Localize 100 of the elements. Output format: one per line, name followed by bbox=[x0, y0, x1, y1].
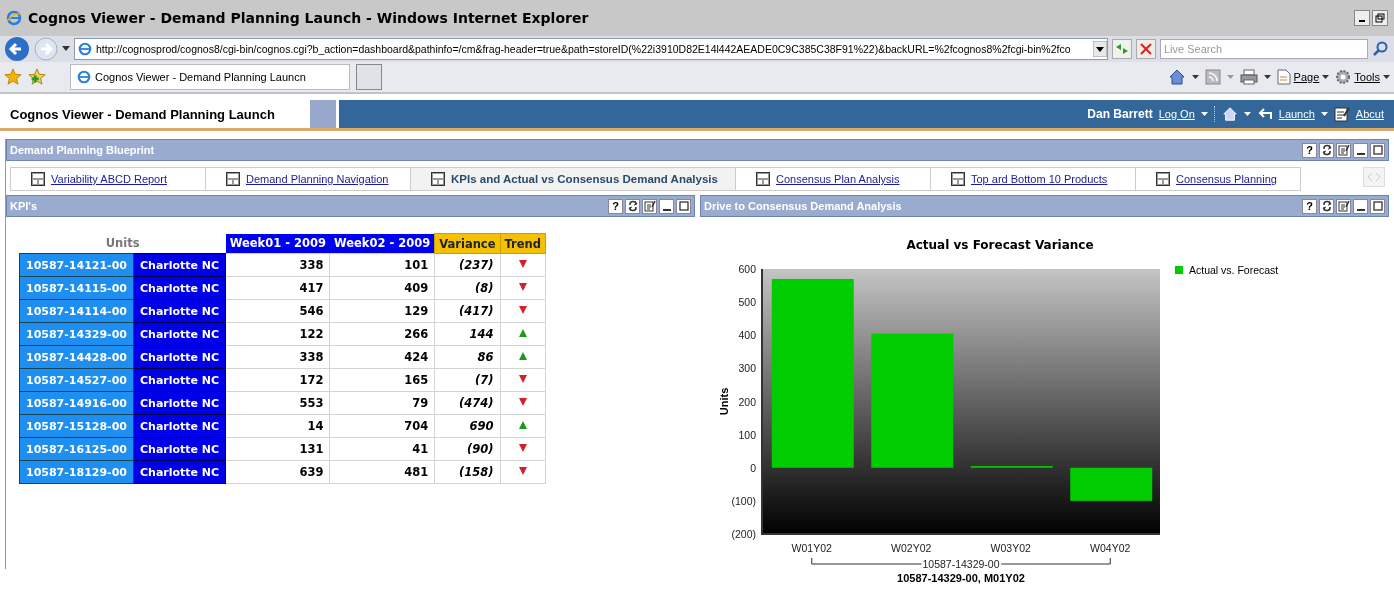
browser-tab[interactable]: Cognos Viewer - Demand Planning Launcn bbox=[70, 64, 350, 90]
maximize-icon bbox=[1372, 145, 1383, 155]
maximize-button[interactable] bbox=[1370, 142, 1385, 158]
table-cell: 10587-14916-00 bbox=[19, 391, 134, 415]
category-label: W02Y02 bbox=[891, 542, 932, 554]
star-icon[interactable] bbox=[4, 68, 22, 86]
table-cell: 79 bbox=[329, 391, 435, 415]
report-tab[interactable]: KPIs and Actual vs Consensus Demand Analysis bbox=[410, 167, 735, 191]
table-cell: 101 bbox=[329, 253, 435, 277]
minimize-button[interactable] bbox=[659, 198, 674, 214]
feed-icon[interactable] bbox=[1204, 69, 1221, 85]
column-header: Trend bbox=[500, 233, 546, 254]
properties-button[interactable] bbox=[1336, 198, 1351, 214]
report-tab[interactable]: Demand Planning Navigation bbox=[205, 167, 410, 191]
report-icon bbox=[226, 172, 240, 186]
panel-title: KPI's bbox=[10, 200, 38, 212]
report-tab[interactable]: Consensus Planning bbox=[1135, 167, 1301, 191]
tick-label: 400 bbox=[738, 329, 756, 342]
minimize-button[interactable] bbox=[1354, 10, 1370, 26]
column-header: Variance bbox=[434, 233, 500, 254]
table-cell: 10587-14428-00 bbox=[19, 345, 134, 369]
new-tab-button[interactable] bbox=[356, 64, 382, 90]
tick-label: 100 bbox=[738, 428, 756, 441]
caret-icon[interactable] bbox=[1263, 74, 1271, 80]
table-cell: 144 bbox=[434, 322, 500, 346]
report-tab[interactable]: Top ard Bottom 10 Products bbox=[930, 167, 1135, 191]
report-tab[interactable]: Variability ABCD Report bbox=[10, 167, 205, 191]
table-cell: Charlotte NC bbox=[133, 253, 226, 277]
notepad-icon[interactable] bbox=[1333, 106, 1350, 122]
axis-label: Units bbox=[718, 387, 730, 416]
home-icon[interactable] bbox=[1221, 106, 1238, 122]
back-icon[interactable] bbox=[4, 36, 30, 62]
caret-icon[interactable] bbox=[1191, 74, 1199, 80]
table-cell: 417 bbox=[225, 276, 330, 300]
caret-icon bbox=[1322, 74, 1330, 80]
table-cell: 10587-14115-00 bbox=[19, 276, 134, 300]
header-spacer bbox=[310, 100, 336, 128]
properties-button[interactable] bbox=[642, 198, 657, 214]
home-icon[interactable] bbox=[1167, 68, 1186, 86]
table-cell: 704 bbox=[329, 414, 435, 438]
add-favorite-icon[interactable] bbox=[28, 68, 46, 86]
minimize-button[interactable] bbox=[1353, 198, 1368, 214]
refresh-button[interactable] bbox=[1319, 142, 1334, 158]
minimize-button[interactable] bbox=[1353, 142, 1368, 158]
refresh-button[interactable] bbox=[625, 198, 640, 214]
category-label: W01Y02 bbox=[791, 542, 832, 554]
table-cell: 10587-14121-00 bbox=[19, 253, 134, 277]
window-title: Cognos Viewer - Demand Planning Launch - Windows Internet Explorer bbox=[28, 10, 590, 26]
page-icon bbox=[77, 70, 91, 84]
tools-menu-button[interactable]: Tools bbox=[1335, 69, 1390, 85]
minimize-icon bbox=[1356, 208, 1365, 211]
printer-icon[interactable] bbox=[1239, 69, 1258, 85]
report-icon bbox=[431, 172, 445, 186]
help-button[interactable]: ? bbox=[1302, 142, 1317, 158]
maximize-icon bbox=[678, 201, 689, 211]
tick-label: 600 bbox=[738, 263, 756, 275]
table-cell: 86 bbox=[434, 345, 500, 369]
help-button[interactable]: ? bbox=[1302, 198, 1317, 214]
table-cell: 409 bbox=[329, 276, 435, 300]
restore-button[interactable] bbox=[1372, 10, 1388, 26]
table-cell: 122 bbox=[225, 322, 330, 346]
table-cell: 546 bbox=[225, 299, 330, 323]
refresh-icon[interactable] bbox=[1112, 39, 1132, 59]
refresh-button[interactable] bbox=[1319, 198, 1334, 214]
table-cell: 338 bbox=[225, 345, 330, 369]
maximize-button[interactable] bbox=[676, 198, 691, 214]
refresh-icon bbox=[627, 200, 638, 212]
table-cell: 14 bbox=[225, 414, 330, 438]
report-icon bbox=[951, 172, 965, 186]
maximize-button[interactable] bbox=[1370, 198, 1385, 214]
dropdown-icon[interactable] bbox=[1093, 41, 1107, 57]
return-arrow-icon[interactable] bbox=[1256, 107, 1273, 121]
caret-icon[interactable] bbox=[1320, 111, 1328, 117]
page-icon bbox=[1276, 69, 1291, 85]
properties-button[interactable] bbox=[1336, 142, 1351, 158]
help-button[interactable]: ? bbox=[608, 198, 623, 214]
caret-icon[interactable] bbox=[1200, 111, 1208, 117]
tick-label: 300 bbox=[738, 362, 756, 375]
table-cell: 10587-14114-00 bbox=[19, 299, 134, 323]
address-field[interactable]: http://cognosprod/cognos8/cgi-bin/cognos.cgi?b_action=dashboard&pathinfo=/cm&frag-header=true&path=storeID(%22i3910D82E14l442AEADE0C9C385C38F91%22)&backURL=%2fcognos8%2fcgi-bin%2fco bbox=[74, 38, 1108, 60]
table-cell: 172 bbox=[225, 368, 330, 392]
tick-label: 500 bbox=[738, 296, 756, 309]
about-link[interactable]: Abcut bbox=[1355, 108, 1384, 120]
report-icon bbox=[31, 172, 45, 186]
stop-icon[interactable] bbox=[1136, 39, 1156, 59]
chart-title: Actual vs Forecast Variance bbox=[906, 238, 1094, 252]
log-on-link[interactable]: Log On bbox=[1158, 108, 1195, 120]
table-cell: 553 bbox=[225, 391, 330, 415]
caret-icon[interactable] bbox=[1243, 111, 1251, 117]
tick-label: 200 bbox=[738, 395, 756, 408]
table-cell: 10587-16125-00 bbox=[19, 437, 134, 461]
category-label: W03Y02 bbox=[990, 542, 1031, 554]
dropdown-icon[interactable] bbox=[62, 46, 70, 52]
gear-icon bbox=[1335, 69, 1352, 85]
page-menu-button[interactable]: Page bbox=[1276, 69, 1330, 85]
report-tab[interactable]: Consensus Plan Analysis bbox=[735, 167, 930, 191]
search-field[interactable]: Live Search bbox=[1160, 39, 1368, 59]
table-cell: (8) bbox=[434, 276, 500, 300]
search-icon[interactable] bbox=[1372, 40, 1390, 58]
launch-link[interactable]: Launch bbox=[1278, 108, 1315, 120]
